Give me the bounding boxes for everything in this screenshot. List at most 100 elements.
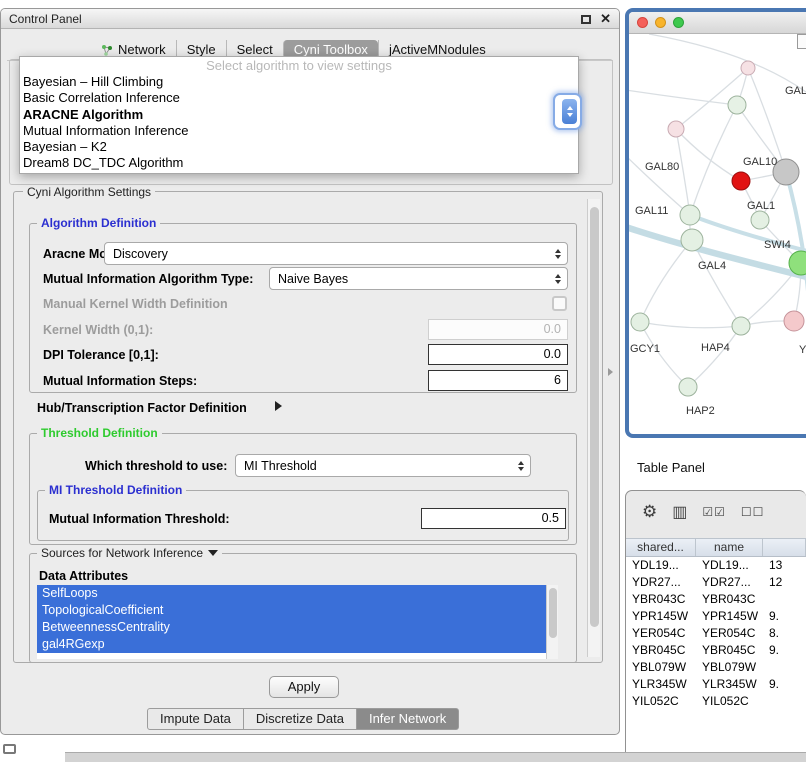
list-scrollbar[interactable] [546, 585, 558, 659]
table-rows: YDL19...YDL19...13YDR27...YDR27...12YBR0… [626, 557, 806, 752]
network-graph: GALGAL80GAL10GAL11GAL1SWI4GAL4GCY1HAP4YH… [629, 34, 806, 434]
algorithm-option[interactable]: Dream8 DC_TDC Algorithm [20, 155, 578, 171]
splitter-arrow-icon[interactable] [608, 368, 613, 376]
scrollbar-fragment[interactable] [797, 34, 806, 49]
dropdown-placeholder: Select algorithm to view settings [20, 57, 578, 74]
data-attribute-item[interactable]: BetweennessCentrality [37, 619, 546, 636]
settings-scrollbar[interactable] [587, 199, 600, 657]
window-grip-icon[interactable] [3, 744, 16, 754]
network-icon [101, 44, 113, 56]
network-node[interactable] [728, 96, 746, 114]
network-edge[interactable] [640, 322, 741, 328]
mi-steps-input[interactable]: 6 [428, 370, 568, 391]
unchecked-pair-icon[interactable]: ☐☐ [741, 505, 765, 519]
float-icon[interactable] [581, 15, 591, 24]
table-cell: YBL079W [696, 659, 763, 676]
column-header[interactable]: shared... [626, 539, 696, 556]
bottom-tab-impute-data[interactable]: Impute Data [147, 708, 244, 730]
which-threshold-label: Which threshold to use: [85, 459, 227, 473]
network-node-label: SWI4 [764, 239, 791, 251]
column-header[interactable]: name [696, 539, 763, 556]
table-cell [763, 693, 806, 710]
table-cell: 9. [763, 642, 806, 659]
network-node-label: GAL [785, 85, 806, 97]
which-threshold-select[interactable]: MI Threshold [235, 454, 531, 477]
table-cell: 9. [763, 676, 806, 693]
mi-type-select[interactable]: Naive Bayes [269, 267, 568, 290]
table-row[interactable]: YER054CYER054C8. [626, 625, 806, 642]
columns-icon[interactable]: ▥ [672, 502, 687, 522]
table-cell: YBL079W [626, 659, 696, 676]
mi-threshold-input[interactable]: 0.5 [421, 508, 566, 529]
network-node[interactable] [679, 378, 697, 396]
bottom-tab-discretize-data[interactable]: Discretize Data [243, 708, 357, 730]
close-button[interactable] [637, 17, 648, 28]
apply-button[interactable]: Apply [269, 676, 339, 698]
network-edge[interactable] [688, 326, 741, 387]
algorithm-option[interactable]: Bayesian – Hill Climbing [20, 74, 578, 90]
network-node[interactable] [631, 313, 649, 331]
table-row[interactable]: YIL052CYIL052C [626, 693, 806, 710]
dpi-tolerance-input[interactable]: 0.0 [428, 344, 568, 365]
network-edge[interactable] [640, 240, 692, 322]
algorithm-combobox-fragment[interactable] [553, 93, 582, 130]
sources-title[interactable]: Sources for Network Inference [37, 546, 222, 560]
algorithm-option[interactable]: Mutual Information Inference [20, 123, 578, 139]
table-row[interactable]: YBR043CYBR043C [626, 591, 806, 608]
mi-threshold-label: Mutual Information Threshold: [49, 512, 230, 526]
table-cell [763, 659, 806, 676]
network-node[interactable] [732, 317, 750, 335]
algorithm-option[interactable]: ARACNE Algorithm [20, 107, 578, 123]
combo-arrows-icon [518, 461, 524, 471]
network-node[interactable] [751, 211, 769, 229]
network-node-label: HAP2 [686, 405, 715, 417]
combo-arrows-icon [555, 274, 561, 284]
kernel-width-input[interactable]: 0.0 [428, 319, 568, 340]
expand-icon[interactable] [275, 401, 282, 411]
table-cell: YER054C [696, 625, 763, 642]
settings-scrollbar-thumb[interactable] [590, 207, 599, 627]
table-cell: 13 [763, 557, 806, 574]
table-cell: YER054C [626, 625, 696, 642]
algorithm-option[interactable]: Basic Correlation Inference [20, 90, 578, 106]
table-cell: YPR145W [626, 608, 696, 625]
data-attribute-item[interactable]: SelfLoops [37, 585, 546, 602]
data-attribute-item[interactable]: TopologicalCoefficient [37, 602, 546, 619]
network-node[interactable] [668, 121, 684, 137]
aracne-mode-select[interactable]: Discovery [104, 242, 568, 265]
manual-kernel-checkbox[interactable] [552, 296, 567, 311]
control-panel-window: Control Panel ✕ NetworkStyleSelectCyni T… [0, 8, 620, 735]
network-node[interactable] [732, 172, 750, 190]
network-edge[interactable] [690, 105, 737, 215]
zoom-button[interactable] [673, 17, 684, 28]
table-cell: YDL19... [696, 557, 763, 574]
table-row[interactable]: YBR045CYBR045C9. [626, 642, 806, 659]
network-node[interactable] [680, 205, 700, 225]
status-bar [65, 752, 806, 762]
gear-icon[interactable]: ⚙ [642, 502, 657, 522]
table-row[interactable]: YDL19...YDL19...13 [626, 557, 806, 574]
network-edge[interactable] [649, 34, 806, 92]
table-row[interactable]: YDR27...YDR27...12 [626, 574, 806, 591]
hub-section-toggle[interactable]: Hub/Transcription Factor Definition [37, 401, 247, 415]
table-row[interactable]: YPR145WYPR145W9. [626, 608, 806, 625]
table-panel-window: ⚙▥☑☑☐☐ shared...name YDL19...YDL19...13Y… [625, 490, 806, 753]
collapse-icon[interactable] [208, 550, 218, 556]
checked-pair-icon[interactable]: ☑☑ [702, 505, 726, 519]
network-node[interactable] [784, 311, 804, 331]
algorithm-option[interactable]: Bayesian – K2 [20, 139, 578, 155]
table-row[interactable]: YBL079WYBL079W [626, 659, 806, 676]
network-node[interactable] [741, 61, 755, 75]
list-scrollbar-thumb[interactable] [549, 588, 557, 638]
column-header[interactable] [763, 539, 806, 556]
network-node-label: GCY1 [630, 343, 660, 355]
bottom-tab-infer-network[interactable]: Infer Network [356, 708, 459, 730]
network-node[interactable] [681, 229, 703, 251]
minimize-button[interactable] [655, 17, 666, 28]
table-row[interactable]: YLR345WYLR345W9. [626, 676, 806, 693]
close-icon[interactable]: ✕ [600, 11, 611, 27]
network-node-label: HAP4 [701, 342, 730, 354]
data-attribute-item[interactable]: gal4RGexp [37, 636, 546, 653]
control-panel-titlebar: Control Panel ✕ [1, 9, 619, 29]
network-edge[interactable] [676, 129, 741, 181]
